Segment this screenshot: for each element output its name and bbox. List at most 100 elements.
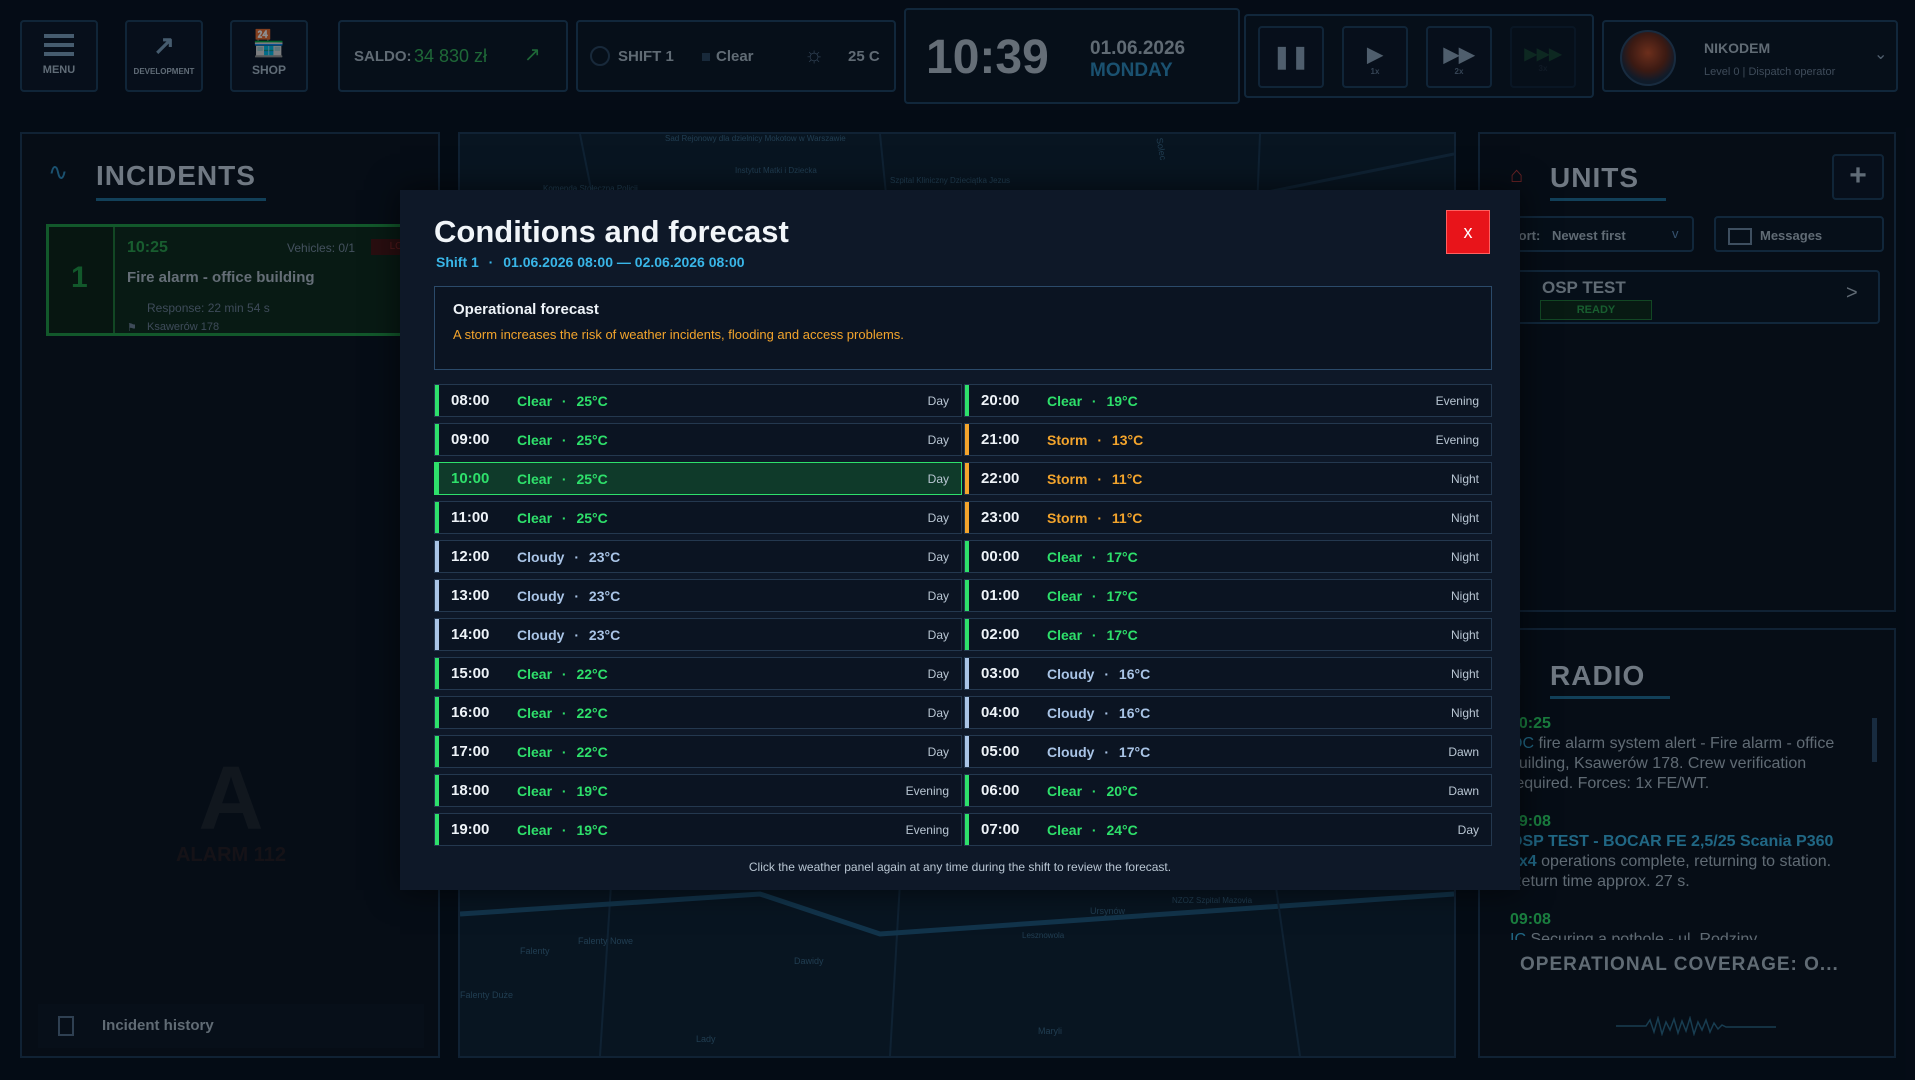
- forecast-condition-label: Clear: [1047, 548, 1083, 565]
- forecast-time: 19:00: [451, 821, 490, 838]
- forecast-time: 11:00: [451, 509, 489, 526]
- forecast-row: 10:00 Clear · 25°C Day: [434, 462, 962, 495]
- forecast-condition-label: Clear: [517, 392, 553, 409]
- forecast-row: 01:00 Clear · 17°C Night: [964, 579, 1492, 612]
- forecast-row: 18:00 Clear · 19°C Evening: [434, 774, 962, 807]
- separator-dot: ·: [1088, 587, 1101, 604]
- separator-dot: ·: [1088, 821, 1101, 838]
- forecast-temperature: 13°C: [1111, 431, 1144, 448]
- forecast-condition-label: Clear: [1047, 392, 1083, 409]
- forecast-condition-label: Clear: [1047, 626, 1083, 643]
- modal-subtitle: Shift 1 · 01.06.2026 08:00 — 02.06.2026 …: [436, 254, 745, 270]
- forecast-period: Day: [927, 432, 949, 447]
- forecast-time: 20:00: [981, 392, 1020, 409]
- forecast-condition: Clear · 25°C: [517, 393, 608, 409]
- forecast-time: 23:00: [981, 509, 1020, 526]
- forecast-condition: Cloudy · 16°C: [1047, 666, 1150, 682]
- forecast-time: 07:00: [981, 821, 1020, 838]
- forecast-time: 06:00: [981, 782, 1020, 799]
- forecast-condition-label: Cloudy: [1047, 704, 1095, 721]
- forecast-temperature: 25°C: [576, 392, 608, 409]
- forecast-period: Dawn: [1448, 744, 1479, 759]
- forecast-temperature: 22°C: [576, 665, 608, 682]
- forecast-condition-label: Clear: [517, 509, 553, 526]
- forecast-time: 10:00: [451, 470, 490, 487]
- forecast-condition: Clear · 22°C: [517, 666, 608, 682]
- forecast-condition: Cloudy · 23°C: [517, 627, 620, 643]
- forecast-period: Day: [927, 666, 949, 681]
- forecast-period: Day: [927, 549, 949, 564]
- forecast-period: Dawn: [1448, 783, 1479, 798]
- forecast-condition: Cloudy · 23°C: [517, 588, 620, 604]
- forecast-row: 12:00 Cloudy · 23°C Day: [434, 540, 962, 573]
- forecast-row: 03:00 Cloudy · 16°C Night: [964, 657, 1492, 690]
- forecast-row: 02:00 Clear · 17°C Night: [964, 618, 1492, 651]
- forecast-period: Evening: [1435, 432, 1479, 447]
- forecast-condition-label: Cloudy: [1047, 743, 1095, 760]
- separator-dot: ·: [558, 665, 571, 682]
- forecast-row: 14:00 Cloudy · 23°C Day: [434, 618, 962, 651]
- separator-dot: ·: [1093, 509, 1106, 526]
- forecast-condition: Clear · 19°C: [517, 822, 608, 838]
- forecast-row: 08:00 Clear · 25°C Day: [434, 384, 962, 417]
- forecast-condition: Clear · 24°C: [1047, 822, 1138, 838]
- forecast-condition: Clear · 17°C: [1047, 588, 1138, 604]
- forecast-temperature: 19°C: [1106, 392, 1138, 409]
- separator-dot: ·: [558, 470, 571, 487]
- forecast-period: Day: [927, 744, 949, 759]
- forecast-row: 07:00 Clear · 24°C Day: [964, 813, 1492, 846]
- separator-dot: ·: [558, 509, 571, 526]
- separator-dot: ·: [488, 254, 494, 270]
- forecast-row: 15:00 Clear · 22°C Day: [434, 657, 962, 690]
- forecast-time: 22:00: [981, 470, 1020, 487]
- separator-dot: ·: [570, 548, 583, 565]
- separator-dot: ·: [1088, 782, 1101, 799]
- forecast-row: 13:00 Cloudy · 23°C Day: [434, 579, 962, 612]
- close-button[interactable]: x: [1446, 210, 1490, 254]
- separator-dot: ·: [1100, 704, 1113, 721]
- forecast-condition: Clear · 25°C: [517, 510, 608, 526]
- forecast-column-right: 20:00 Clear · 19°C Evening 21:00 Storm · 13°…: [964, 384, 1492, 852]
- forecast-temperature: 19°C: [576, 821, 608, 838]
- forecast-period: Day: [927, 588, 949, 603]
- forecast-condition: Clear · 17°C: [1047, 627, 1138, 643]
- forecast-period: Night: [1450, 588, 1479, 603]
- forecast-temperature: 16°C: [1118, 704, 1151, 721]
- forecast-condition: Clear · 17°C: [1047, 549, 1138, 565]
- forecast-condition-label: Clear: [517, 782, 553, 799]
- forecast-time: 05:00: [981, 743, 1020, 760]
- forecast-condition: Cloudy · 17°C: [1047, 744, 1150, 760]
- forecast-period: Night: [1450, 510, 1479, 525]
- separator-dot: ·: [570, 626, 583, 643]
- forecast-row: 20:00 Clear · 19°C Evening: [964, 384, 1492, 417]
- forecast-time: 15:00: [451, 665, 490, 682]
- forecast-period: Evening: [1435, 393, 1479, 408]
- forecast-temperature: 11°C: [1111, 470, 1143, 487]
- forecast-condition-label: Clear: [517, 470, 553, 487]
- forecast-row: 22:00 Storm · 11°C Night: [964, 462, 1492, 495]
- operational-forecast-box: Operational forecast A storm increases t…: [434, 286, 1492, 370]
- separator-dot: ·: [558, 782, 571, 799]
- forecast-period: Evening: [905, 822, 949, 837]
- forecast-condition-label: Storm: [1047, 431, 1088, 448]
- forecast-temperature: 25°C: [576, 509, 608, 526]
- forecast-temperature: 22°C: [576, 743, 608, 760]
- forecast-condition-label: Cloudy: [517, 626, 565, 643]
- separator-dot: ·: [1088, 392, 1101, 409]
- forecast-condition-label: Cloudy: [517, 587, 565, 604]
- separator-dot: ·: [558, 743, 571, 760]
- forecast-condition-label: Clear: [517, 821, 553, 838]
- forecast-temperature: 23°C: [588, 626, 621, 643]
- forecast-period: Evening: [905, 783, 949, 798]
- forecast-row: 17:00 Clear · 22°C Day: [434, 735, 962, 768]
- forecast-condition-label: Clear: [517, 665, 553, 682]
- forecast-temperature: 17°C: [1106, 548, 1138, 565]
- forecast-condition: Clear · 25°C: [517, 432, 608, 448]
- shift-range: 01.06.2026 08:00 — 02.06.2026 08:00: [503, 254, 745, 270]
- forecast-condition: Clear · 19°C: [517, 783, 608, 799]
- forecast-temperature: 25°C: [576, 470, 608, 487]
- forecast-condition-label: Cloudy: [1047, 665, 1095, 682]
- forecast-time: 13:00: [451, 587, 490, 604]
- forecast-condition: Clear · 25°C: [517, 471, 608, 487]
- forecast-period: Night: [1450, 549, 1479, 564]
